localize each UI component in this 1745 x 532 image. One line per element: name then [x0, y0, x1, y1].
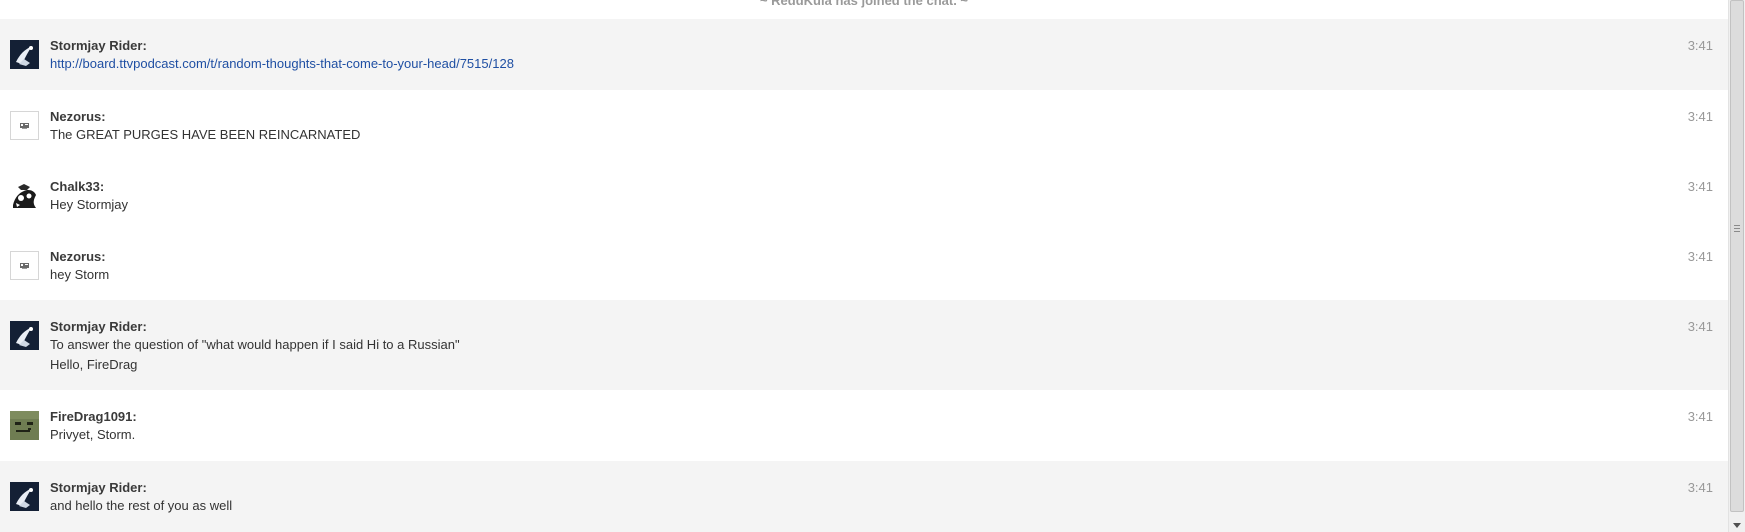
- message-timestamp: 3:41: [1687, 480, 1713, 495]
- message-timestamp: 3:41: [1687, 109, 1713, 124]
- message-username[interactable]: Stormjay Rider:: [50, 480, 147, 496]
- message-username[interactable]: Stormjay Rider:: [50, 319, 147, 335]
- chat-message: Chalk33: Hey Stormjay 3:41: [0, 160, 1728, 230]
- scrollbar-thumb[interactable]: [1730, 0, 1744, 512]
- message-text: Hello, FireDrag: [50, 357, 138, 372]
- dark-avatar-icon[interactable]: [10, 482, 39, 511]
- chat-log: ~ ReddKula has joined the chat. ~ Stormj…: [0, 0, 1728, 532]
- system-join-message: ~ ReddKula has joined the chat. ~: [759, 0, 969, 8]
- scrollbar-grip-icon: [1734, 225, 1740, 232]
- message-text: hey Storm: [50, 267, 110, 282]
- chat-message: Stormjay Rider: http://board.ttvpodcast.…: [0, 19, 1728, 90]
- message-text: and hello the rest of you as well: [50, 498, 233, 513]
- dark-avatar-icon[interactable]: [10, 40, 39, 69]
- message-username[interactable]: Stormjay Rider:: [50, 38, 147, 54]
- message-text: Privyet, Storm.: [50, 427, 136, 442]
- message-timestamp: 3:41: [1687, 319, 1713, 334]
- message-text: The GREAT PURGES HAVE BEEN REINCARNATED: [50, 127, 361, 142]
- sketch-avatar-icon[interactable]: [10, 181, 39, 210]
- vertical-scrollbar[interactable]: [1728, 0, 1745, 532]
- chat-message: Nezorus: The GREAT PURGES HAVE BEEN REIN…: [0, 90, 1728, 160]
- message-link[interactable]: http://board.ttvpodcast.com/t/random-tho…: [50, 56, 514, 71]
- message-timestamp: 3:41: [1687, 38, 1713, 53]
- message-text: To answer the question of "what would ha…: [50, 337, 460, 352]
- message-username[interactable]: Nezorus:: [50, 109, 106, 125]
- message-username[interactable]: Chalk33:: [50, 179, 104, 195]
- small-logo-avatar-icon[interactable]: [10, 111, 39, 140]
- message-text: Hey Stormjay: [50, 197, 129, 212]
- chat-message: FireDrag1091: Privyet, Storm. 3:41: [0, 390, 1728, 461]
- chat-message: Stormjay Rider: To answer the question o…: [0, 300, 1728, 390]
- message-timestamp: 3:41: [1687, 179, 1713, 194]
- scroll-down-arrow-icon[interactable]: [1733, 523, 1741, 528]
- green-face-avatar-icon[interactable]: [10, 411, 39, 440]
- chat-message: Stormjay Rider: and hello the rest of yo…: [0, 461, 1728, 532]
- chat-message: Nezorus: hey Storm 3:41: [0, 230, 1728, 300]
- message-text: http://board.ttvpodcast.com/t/random-tho…: [50, 56, 514, 72]
- small-logo-avatar-icon[interactable]: [10, 251, 39, 280]
- message-timestamp: 3:41: [1687, 409, 1713, 424]
- message-timestamp: 3:41: [1687, 249, 1713, 264]
- message-username[interactable]: FireDrag1091:: [50, 409, 137, 425]
- dark-avatar-icon[interactable]: [10, 321, 39, 350]
- message-username[interactable]: Nezorus:: [50, 249, 106, 265]
